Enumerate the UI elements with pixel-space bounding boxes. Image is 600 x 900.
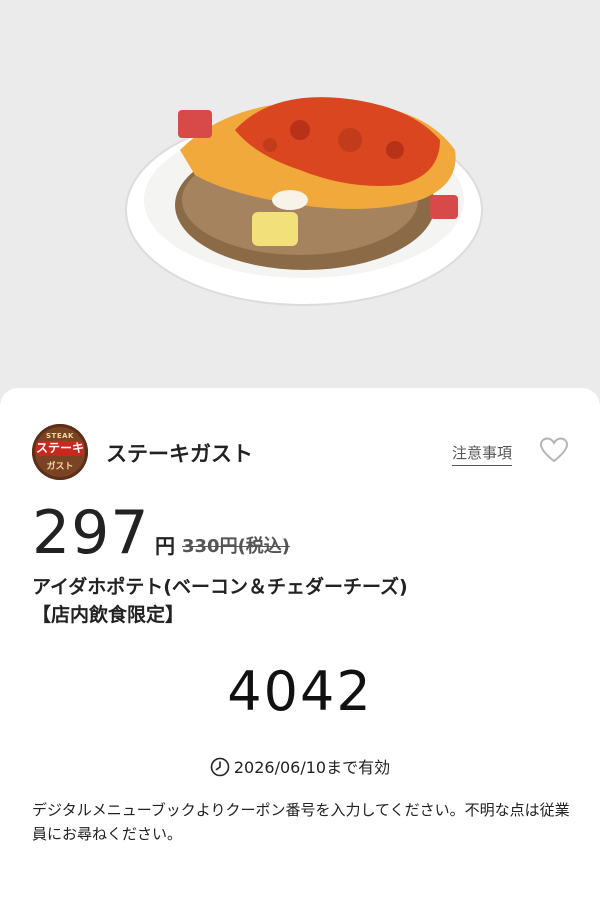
- logo-bottom-text: ガスト: [46, 462, 74, 472]
- item-name: アイダホポテト(ベーコン＆チェダーチーズ): [32, 576, 408, 598]
- baked-potato-illustration: [125, 97, 483, 306]
- currency-label: 円: [155, 534, 175, 558]
- coupon-code: 4042: [227, 660, 373, 723]
- brand-header: STEAK ステーキ ガスト ステーキガスト 注意事項: [32, 424, 572, 480]
- price-row: 297 円 330円(税込): [32, 498, 572, 568]
- logo-mid-text: ステーキ: [36, 441, 85, 456]
- product-image: [0, 0, 600, 400]
- brand-name: ステーキガスト: [106, 442, 253, 466]
- brand-logo: STEAK ステーキ ガスト: [32, 424, 88, 480]
- expiry-text: 2026/06/10まで有効: [233, 758, 391, 777]
- original-price: 330円(税込): [182, 536, 291, 557]
- logo-top-text: STEAK: [46, 432, 74, 440]
- instructions-text: デジタルメニューブックよりクーポン番号を入力してください。不明な点は従業員にお尋…: [32, 801, 570, 843]
- coupon-price: 297: [32, 498, 150, 568]
- item-note: 【店内飲食限定】: [32, 604, 185, 626]
- coupon-card: STEAK ステーキ ガスト ステーキガスト 注意事項 297 円 330円(税…: [0, 388, 600, 900]
- notice-link[interactable]: 注意事項: [452, 442, 513, 466]
- clock-icon: [210, 757, 230, 777]
- heart-outline-icon[interactable]: [539, 436, 569, 464]
- expiry-row: 2026/06/10まで有効: [0, 754, 600, 778]
